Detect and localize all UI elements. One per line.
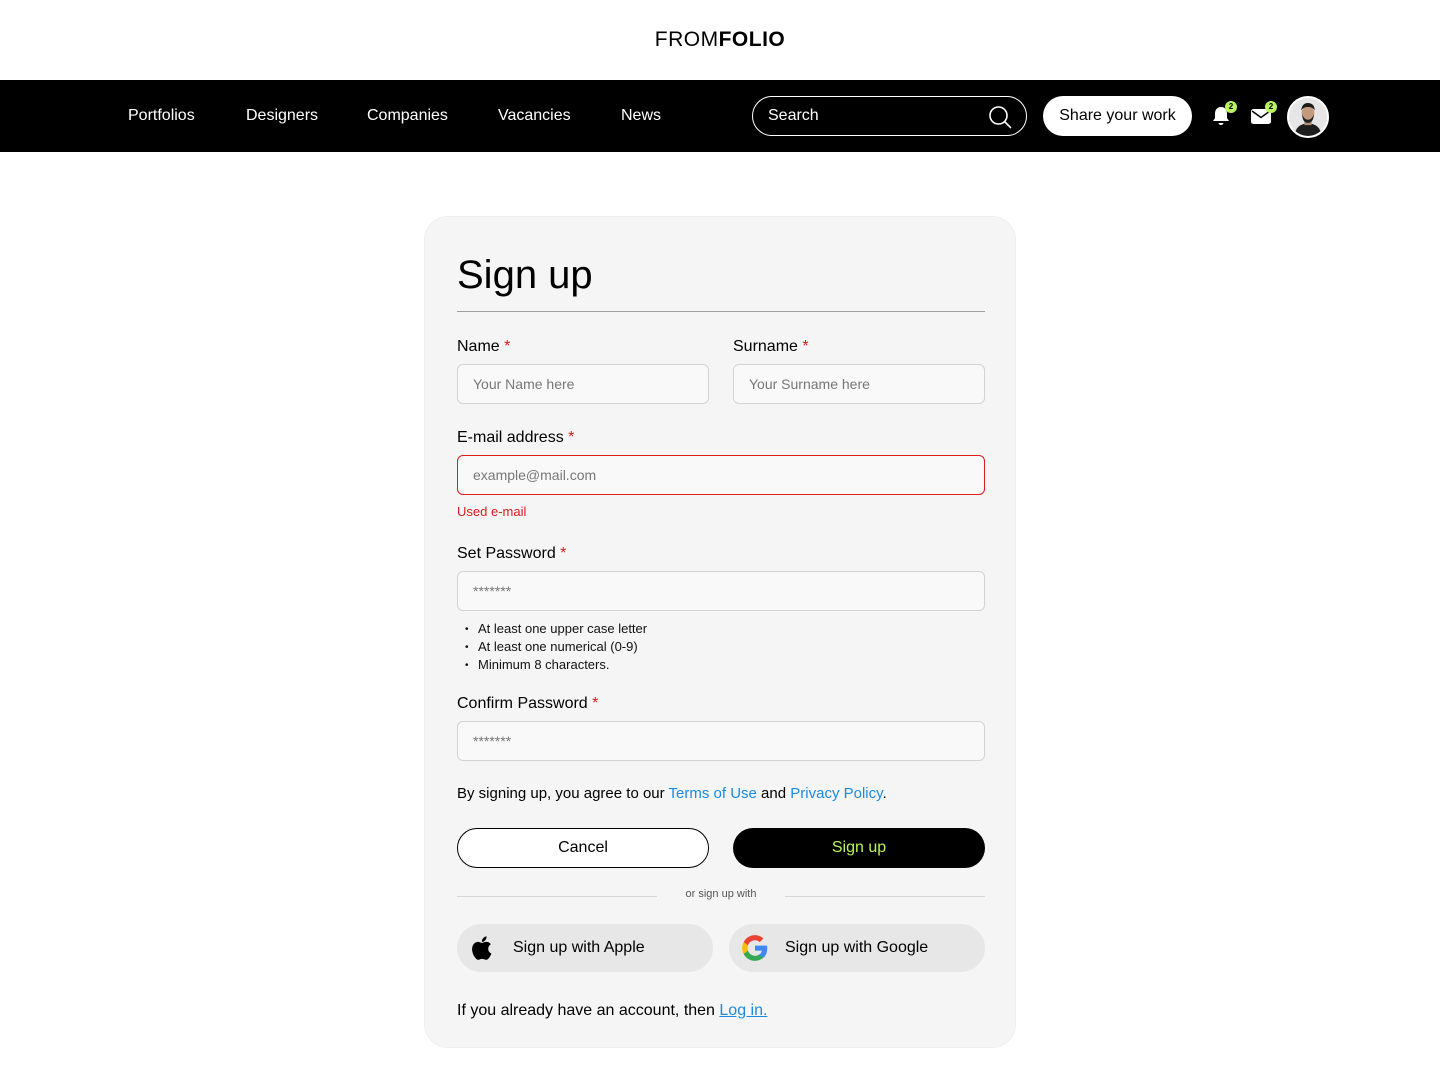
email-error-message: Used e-mail <box>457 504 527 519</box>
apple-icon <box>472 936 492 960</box>
google-button-label: Sign up with Google <box>785 939 929 956</box>
notifications-badge: 2 <box>1225 101 1237 113</box>
terms-agreement: By signing up, you agree to our Terms of… <box>457 785 887 802</box>
nav-link-companies[interactable]: Companies <box>367 80 448 152</box>
email-input[interactable] <box>458 456 984 494</box>
email-field <box>457 455 985 495</box>
messages-button[interactable]: 2 <box>1249 101 1277 130</box>
messages-badge: 2 <box>1265 101 1277 113</box>
page-title: Sign up <box>457 253 593 297</box>
apple-button-label: Sign up with Apple <box>513 939 645 956</box>
agree-prefix: By signing up, you agree to our <box>457 785 669 802</box>
privacy-policy-link[interactable]: Privacy Policy <box>790 785 882 802</box>
nav-link-vacancies[interactable]: Vacancies <box>498 80 571 152</box>
agree-period: . <box>882 785 887 802</box>
or-divider-right <box>785 896 985 897</box>
search-box <box>752 96 1027 136</box>
name-label-text: Name <box>457 338 500 355</box>
required-mark: * <box>568 429 575 446</box>
logo-light: FROM <box>654 28 719 51</box>
surname-input[interactable] <box>734 365 984 403</box>
sign-up-with-apple-button[interactable]: Sign up with Apple <box>457 924 713 972</box>
search-input[interactable] <box>768 97 978 135</box>
surname-field <box>733 364 985 404</box>
password-rule: At least one numerical (0-9) <box>465 638 647 656</box>
agree-and: and <box>756 785 791 802</box>
confirm-password-field <box>457 721 985 761</box>
password-rule: Minimum 8 characters. <box>465 656 647 674</box>
share-your-work-button[interactable]: Share your work <box>1043 96 1192 136</box>
password-input[interactable] <box>458 572 984 610</box>
signup-card: Sign up Name * Surname * E-mail address … <box>424 216 1016 1048</box>
required-mark: * <box>560 545 567 562</box>
password-label: Set Password * <box>457 545 566 563</box>
logo[interactable]: FROMFOLIO <box>655 28 786 52</box>
logo-bar: FROMFOLIO <box>0 0 1440 80</box>
notifications-button[interactable]: 2 <box>1209 101 1237 130</box>
password-rules-list: At least one upper case letter At least … <box>465 620 647 674</box>
login-prompt: If you already have an account, then Log… <box>457 1002 767 1020</box>
confirm-password-input[interactable] <box>458 722 984 760</box>
search-icon[interactable] <box>988 105 1012 129</box>
surname-label-text: Surname <box>733 338 798 355</box>
confirm-password-label: Confirm Password * <box>457 695 598 713</box>
user-avatar-icon <box>1289 98 1327 136</box>
terms-of-use-link[interactable]: Terms of Use <box>669 785 757 802</box>
name-input[interactable] <box>458 365 708 403</box>
or-sign-up-with-text: or sign up with <box>685 888 757 900</box>
log-in-link[interactable]: Log in. <box>719 1002 767 1019</box>
cancel-button[interactable]: Cancel <box>457 828 709 868</box>
logo-bold: FOLIO <box>718 28 786 51</box>
title-divider <box>457 311 985 312</box>
login-prefix: If you already have an account, then <box>457 1002 720 1019</box>
avatar[interactable] <box>1287 96 1329 138</box>
nav-link-news[interactable]: News <box>621 80 661 152</box>
name-label: Name * <box>457 338 510 356</box>
name-field <box>457 364 709 404</box>
email-label-text: E-mail address <box>457 429 564 446</box>
top-navbar: Portfolios Designers Companies Vacancies… <box>0 80 1440 152</box>
required-mark: * <box>802 338 809 355</box>
confirm-password-label-text: Confirm Password <box>457 695 588 712</box>
sign-up-with-google-button[interactable]: Sign up with Google <box>729 924 985 972</box>
password-field <box>457 571 985 611</box>
password-label-text: Set Password <box>457 545 556 562</box>
password-rule: At least one upper case letter <box>465 620 647 638</box>
nav-link-designers[interactable]: Designers <box>246 80 318 152</box>
required-mark: * <box>592 695 599 712</box>
sign-up-button[interactable]: Sign up <box>733 828 985 868</box>
email-label: E-mail address * <box>457 429 574 447</box>
google-icon <box>742 935 768 961</box>
surname-label: Surname * <box>733 338 809 356</box>
nav-link-portfolios[interactable]: Portfolios <box>128 80 195 152</box>
required-mark: * <box>504 338 511 355</box>
